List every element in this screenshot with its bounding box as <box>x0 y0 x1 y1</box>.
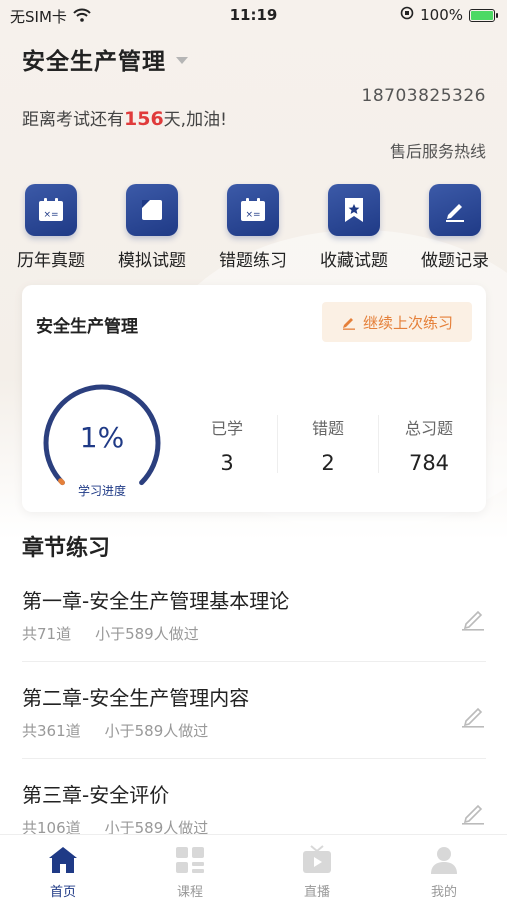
stat-total[interactable]: 总习题 784 <box>379 415 479 475</box>
battery-icon <box>469 8 498 22</box>
feature-favorites[interactable]: 收藏试题 <box>309 184 399 271</box>
feature-past-exams[interactable]: ×= 历年真题 <box>6 184 96 271</box>
progress-card[interactable]: 安全生产管理 继续上次练习 1% 学习进度 已学 3 错题 2 总习题 784 <box>22 285 486 512</box>
pencil-icon[interactable] <box>460 803 486 825</box>
tab-bar: 首页 课程 直播 我的 <box>0 834 507 900</box>
divider <box>22 758 486 759</box>
page-icon <box>126 184 178 236</box>
divider <box>22 661 486 662</box>
feature-history[interactable]: 做题记录 <box>410 184 500 271</box>
pencil-icon[interactable] <box>460 609 486 631</box>
countdown-days: 156 <box>124 108 164 130</box>
card-title: 安全生产管理 <box>36 317 138 337</box>
grid-icon <box>173 843 207 877</box>
user-icon <box>427 843 461 877</box>
exam-countdown: 距离考试还有156天,加油! <box>22 108 227 130</box>
pencil-icon <box>429 184 481 236</box>
subject-selector[interactable]: 安全生产管理 <box>22 42 188 76</box>
participants: 小于589人做过 <box>95 625 199 643</box>
stat-wrong[interactable]: 错题 2 <box>278 415 378 475</box>
home-icon <box>46 843 80 877</box>
tab-home[interactable]: 首页 <box>18 843 108 900</box>
continue-practice-button[interactable]: 继续上次练习 <box>322 302 472 342</box>
progress-value: 1% <box>79 421 125 454</box>
calendar-icon: ×= <box>25 184 77 236</box>
tv-icon <box>300 843 334 877</box>
question-count: 共361道 <box>22 722 81 740</box>
stat-learned[interactable]: 已学 3 <box>177 415 277 475</box>
svg-text:×=: ×= <box>43 210 58 220</box>
question-count: 共71道 <box>22 625 72 643</box>
feature-mock-exams[interactable]: 模拟试题 <box>107 184 197 271</box>
service-hotline-link[interactable]: 售后服务热线 <box>390 138 486 162</box>
subject-title: 安全生产管理 <box>22 49 166 75</box>
pencil-icon <box>342 318 355 330</box>
svg-text:×=: ×= <box>245 210 260 220</box>
progress-label: 学习进度 <box>77 484 126 498</box>
chapter-item[interactable]: 第一章-安全生产管理基本理论 共71道 小于589人做过 <box>0 585 507 681</box>
bookmark-star-icon <box>328 184 380 236</box>
calendar-icon: ×= <box>227 184 279 236</box>
section-title: 章节练习 <box>22 536 111 561</box>
chapter-item[interactable]: 第二章-安全生产管理内容 共361道 小于589人做过 <box>0 682 507 778</box>
tab-live[interactable]: 直播 <box>272 843 362 900</box>
battery-percent: 100% <box>420 6 463 24</box>
tab-courses[interactable]: 课程 <box>145 843 235 900</box>
status-bar: 无SIM卡 11:19 100% <box>0 0 507 30</box>
chevron-down-icon <box>176 57 188 64</box>
participants: 小于589人做过 <box>104 722 209 740</box>
tab-profile[interactable]: 我的 <box>399 843 489 900</box>
phone-number[interactable]: 18703825326 <box>362 86 486 106</box>
pencil-icon[interactable] <box>460 706 486 728</box>
feature-row: ×= 历年真题 模拟试题 ×= 错题练习 收藏试题 做题记录 <box>0 184 507 276</box>
orientation-lock-icon <box>400 6 414 24</box>
feature-wrong-questions[interactable]: ×= 错题练习 <box>208 184 298 271</box>
